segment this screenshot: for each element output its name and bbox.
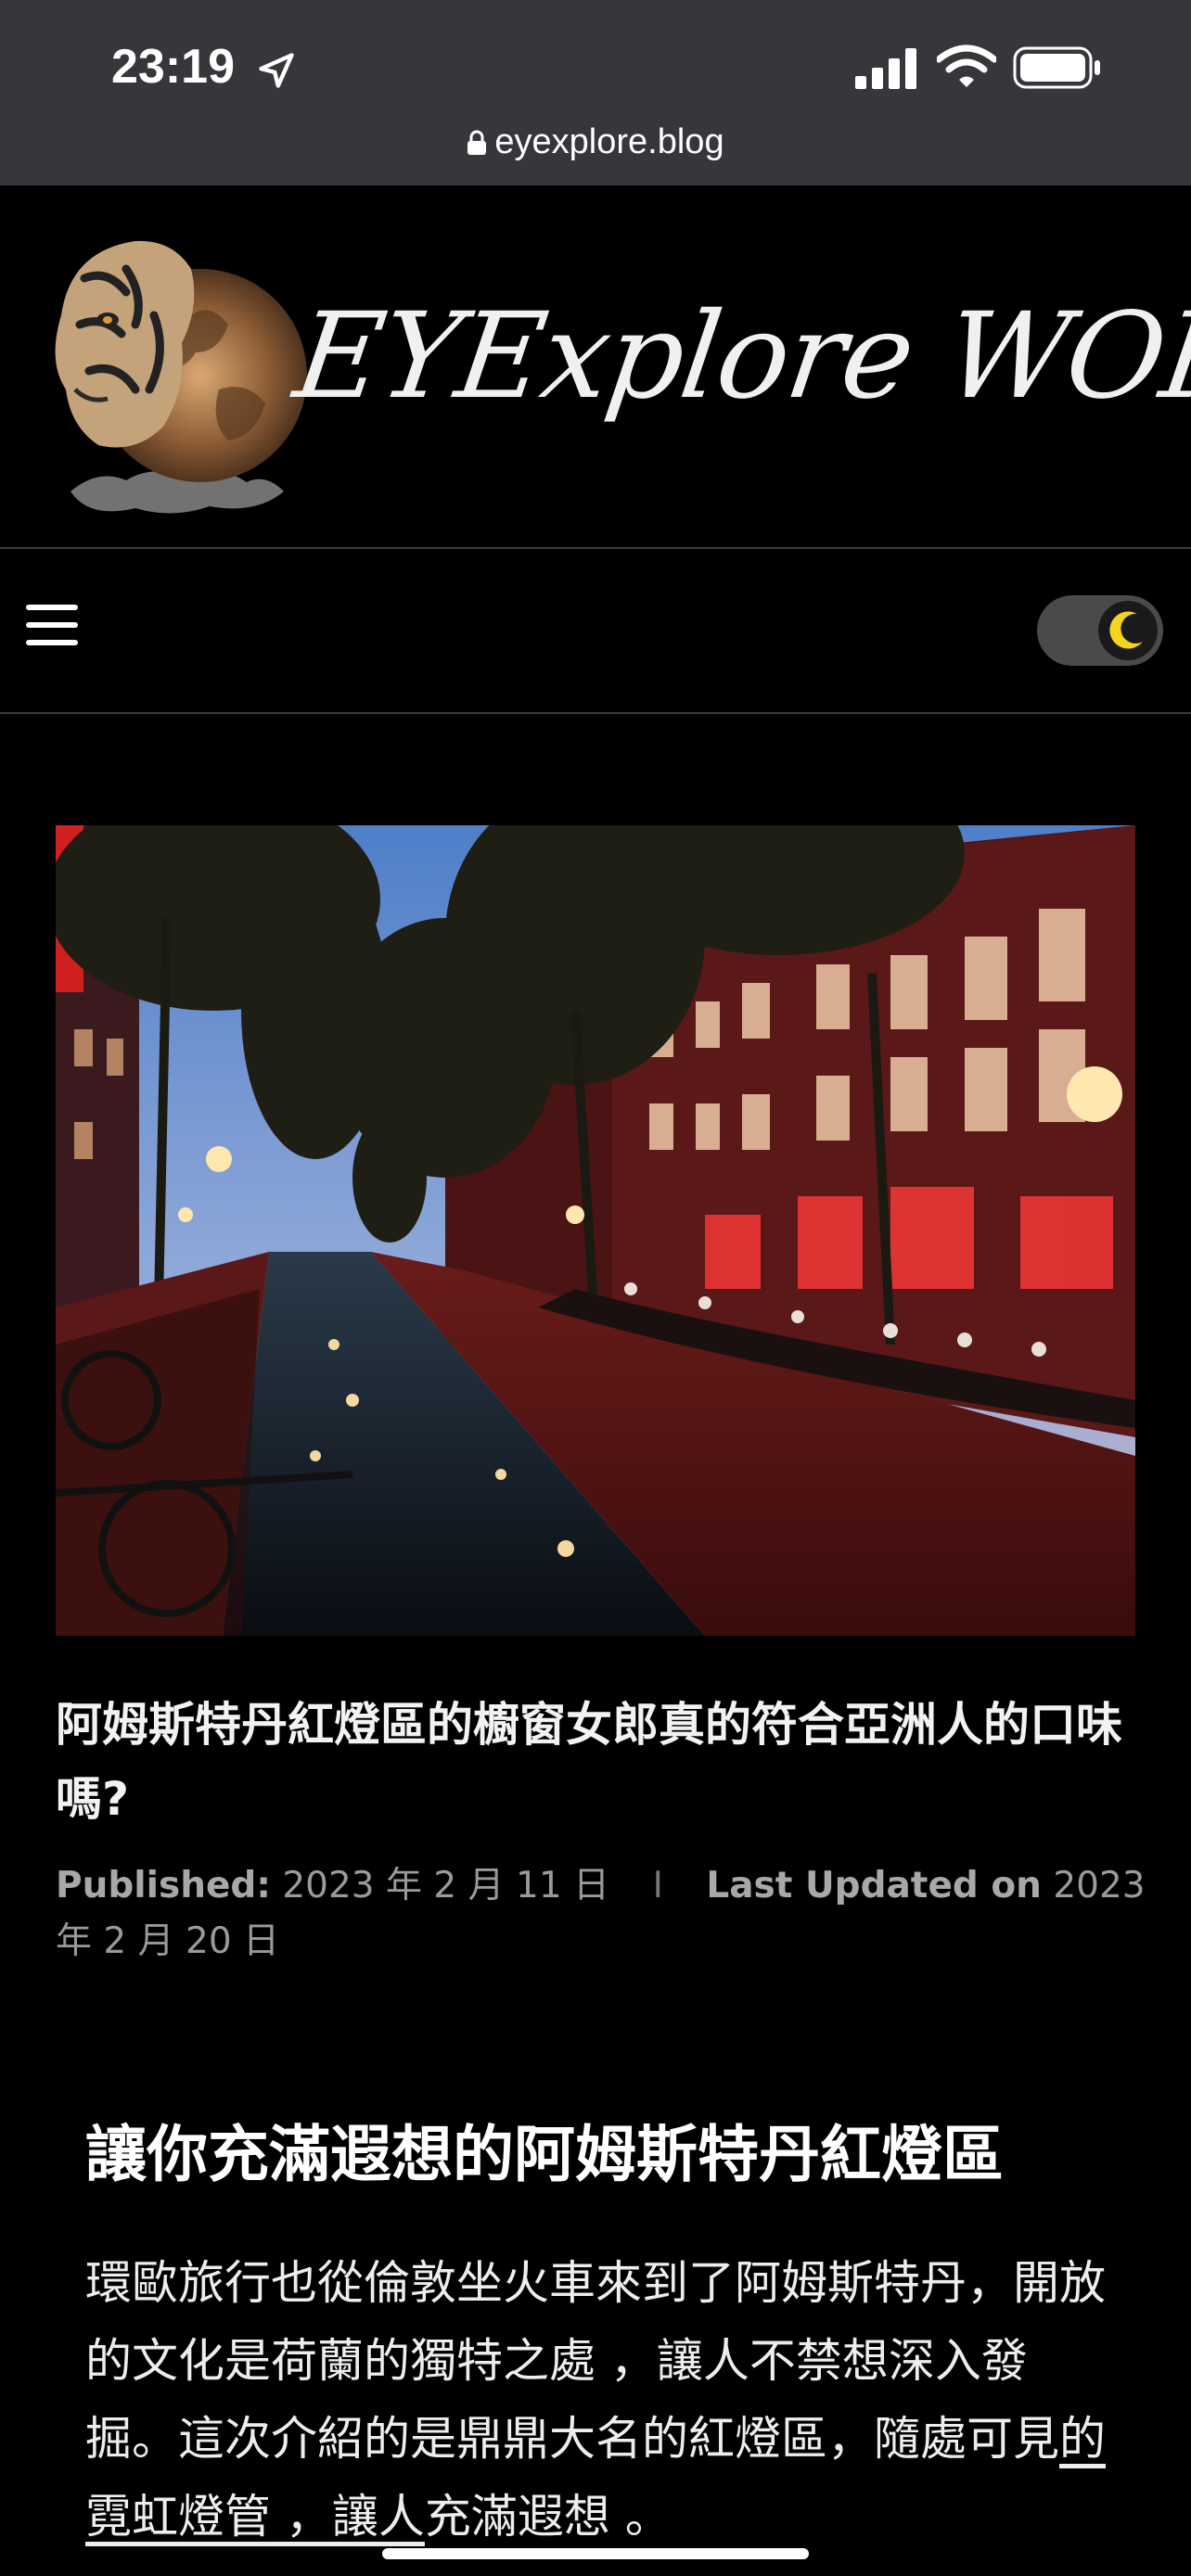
site-title[interactable]: EYExplore WORLD: [288, 287, 1191, 426]
site-header: EYExplore WORLD: [0, 185, 1191, 547]
nav-bar: [0, 549, 1191, 712]
nav-divider: [0, 712, 1191, 714]
dark-mode-toggle[interactable]: [1037, 595, 1163, 666]
post-meta: Published: 2023 年 2 月 11 日 I Last Update…: [56, 1858, 1150, 1970]
article-paragraph: 環歐旅行也從倫敦坐火車來到了阿姆斯特丹，開放的文化是荷蘭的獨特之處 ，讓人不禁想…: [85, 2244, 1115, 2556]
post-title[interactable]: 阿姆斯特丹紅燈區的櫥窗女郎真的符合亞洲人的口味嗎?: [56, 1688, 1141, 1836]
wifi-icon: [937, 45, 996, 87]
lock-icon: [467, 130, 487, 155]
url-text: eyexplore.blog: [494, 122, 724, 161]
menu-icon[interactable]: [26, 605, 78, 647]
battery-icon: [1013, 46, 1100, 89]
address-bar[interactable]: eyexplore.blog: [0, 122, 1191, 162]
location-arrow-icon: [259, 53, 294, 88]
tiger-globe-logo[interactable]: [33, 213, 312, 519]
article-heading: 讓你充滿遐想的阿姆斯特丹紅燈區: [85, 2119, 1004, 2190]
updated-label: Last Updated on: [706, 1865, 1042, 1906]
moon-icon: [1098, 601, 1158, 660]
featured-image: [56, 825, 1135, 1636]
paragraph-text-end: 充滿遐想 。: [424, 2490, 672, 2544]
paragraph-text-start: 環歐旅行也從倫敦坐火車來到了阿姆斯特丹，開放的文化是荷蘭的獨特之處 ，讓人不禁想…: [85, 2256, 1106, 2466]
cellular-signal-icon: [855, 48, 916, 89]
published-date: 2023 年 2 月 11 日: [282, 1865, 610, 1906]
clock: 23:19: [111, 40, 235, 94]
home-indicator[interactable]: [382, 2548, 809, 2559]
meta-separator: I: [652, 1865, 663, 1906]
published-label: Published:: [56, 1865, 271, 1906]
status-bar: 23:19 eyexplore.blog: [0, 0, 1191, 185]
